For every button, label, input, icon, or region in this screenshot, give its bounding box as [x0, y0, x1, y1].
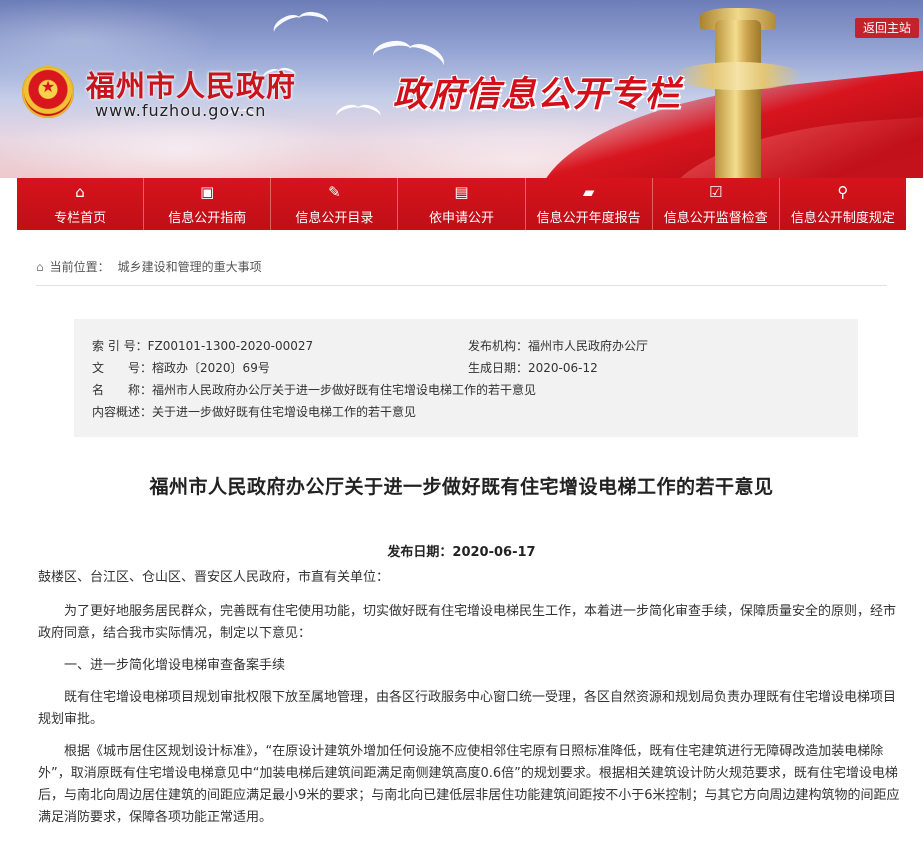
meta-summary-key: 内容概述：	[92, 405, 153, 419]
search-icon: ⚲	[837, 182, 849, 201]
meta-summary-value: 关于进一步做好既有住宅增设电梯工作的若干意见	[152, 405, 417, 419]
nav-item-catalog[interactable]: ✎ 信息公开目录	[271, 178, 399, 230]
catalog-icon: ✎	[328, 182, 341, 201]
huabiao-pillar-wing	[673, 62, 803, 90]
breadcrumb-current[interactable]: 城乡建设和管理的重大事项	[118, 260, 262, 274]
article-paragraph: 为了更好地服务居民群众，完善既有住宅使用功能，切实做好既有住宅增设电梯民生工作，…	[38, 604, 897, 641]
seagull-icon	[336, 101, 384, 122]
main-nav: ⌂ 专栏首页 ▣ 信息公开指南 ✎ 信息公开目录 ▤ 依申请公开 ▰ 信息公开年…	[17, 178, 906, 230]
article-body: 鼓楼区、台江区、仓山区、晋安区人民政府，市直有关单位： 为了更好地服务居民群众，…	[38, 567, 900, 839]
meta-index-key: 索 引 号：	[92, 339, 148, 353]
meta-created-value: 2020-06-12	[528, 361, 598, 375]
breadcrumb-prefix: 当前位置：	[49, 260, 110, 274]
nav-item-apply[interactable]: ▤ 依申请公开	[398, 178, 526, 230]
meta-created-key: 生成日期：	[468, 361, 529, 375]
meta-row: 索 引 号：FZ00101-1300-2020-00027 发布机构：福州市人民…	[92, 335, 858, 357]
meta-row: 文 号：榕政办〔2020〕69号 生成日期：2020-06-12	[92, 357, 858, 379]
nav-item-label: 依申请公开	[428, 210, 494, 226]
article-paragraph: 根据《城市居住区规划设计标准》，“在原设计建筑外增加任何设施不应使相邻住宅原有日…	[38, 744, 900, 825]
back-home-button[interactable]: 返回主站	[854, 18, 919, 38]
article-title: 福州市人民政府办公厅关于进一步做好既有住宅增设电梯工作的若干意见	[149, 476, 774, 498]
nav-item-label: 信息公开指南	[168, 210, 247, 226]
nav-item-regulations[interactable]: ⚲ 信息公开制度规定	[780, 178, 906, 230]
meta-name-key: 名 称：	[92, 383, 153, 397]
nav-item-label: 信息公开年度报告	[536, 210, 641, 226]
article-section-heading: 一、进一步简化增设电梯审查备案手续	[64, 658, 286, 673]
meta-docno-value: 榕政办〔2020〕69号	[152, 361, 270, 375]
meta-docno-key: 文 号：	[92, 361, 153, 375]
nav-item-home[interactable]: ⌂ 专栏首页	[17, 178, 145, 230]
column-title: 政府信息公开专栏	[393, 75, 682, 115]
nav-item-label: 信息公开制度规定	[790, 210, 895, 226]
site-name[interactable]: 福州市人民政府	[86, 63, 296, 105]
header-banner: 福州市人民政府 www.fuzhou.gov.cn 政府信息公开专栏 返回主站	[0, 0, 923, 178]
nav-item-label: 信息公开监督检查	[663, 210, 768, 226]
site-url[interactable]: www.fuzhou.gov.cn	[95, 101, 266, 120]
article-salutation: 鼓楼区、台江区、仓山区、晋安区人民政府，市直有关单位：	[38, 570, 390, 585]
article-paragraph: 既有住宅增设电梯项目规划审批权限下放至属地管理，由各区行政服务中心窗口统一受理，…	[38, 690, 897, 727]
meta-publisher-key: 发布机构：	[468, 339, 529, 353]
meta-row: 名 称：福州市人民政府办公厅关于进一步做好既有住宅增设电梯工作的若干意见	[92, 379, 858, 401]
meta-publisher-value: 福州市人民政府办公厅	[528, 339, 649, 353]
document-icon: ▤	[454, 182, 469, 201]
meta-publisher: 发布机构：福州市人民政府办公厅	[468, 335, 648, 357]
nav-item-label: 信息公开目录	[295, 210, 374, 226]
national-emblem-icon[interactable]	[22, 66, 74, 118]
home-icon: ⌂	[75, 182, 85, 201]
nav-item-guide[interactable]: ▣ 信息公开指南	[144, 178, 272, 230]
huabiao-pillar	[715, 20, 761, 178]
folder-icon: ▰	[582, 182, 595, 201]
nav-item-annual-report[interactable]: ▰ 信息公开年度报告	[526, 178, 653, 230]
document-meta-box: 索 引 号：FZ00101-1300-2020-00027 发布机构：福州市人民…	[74, 319, 858, 437]
publish-date: 发布日期：2020-06-17	[387, 545, 536, 560]
home-icon: ⌂	[36, 260, 44, 274]
nav-item-supervision[interactable]: ☑ 信息公开监督检查	[653, 178, 780, 230]
nav-item-label: 专栏首页	[54, 210, 107, 226]
meta-created: 生成日期：2020-06-12	[468, 357, 598, 379]
guide-icon: ▣	[200, 182, 215, 201]
breadcrumb: ⌂ 当前位置： 城乡建设和管理的重大事项	[36, 252, 887, 286]
meta-name-value: 福州市人民政府办公厅关于进一步做好既有住宅增设电梯工作的若干意见	[152, 383, 537, 397]
meta-index-value: FZ00101-1300-2020-00027	[147, 339, 314, 353]
meta-row: 内容概述：关于进一步做好既有住宅增设电梯工作的若干意见	[92, 401, 858, 423]
checklist-icon: ☑	[709, 182, 723, 201]
